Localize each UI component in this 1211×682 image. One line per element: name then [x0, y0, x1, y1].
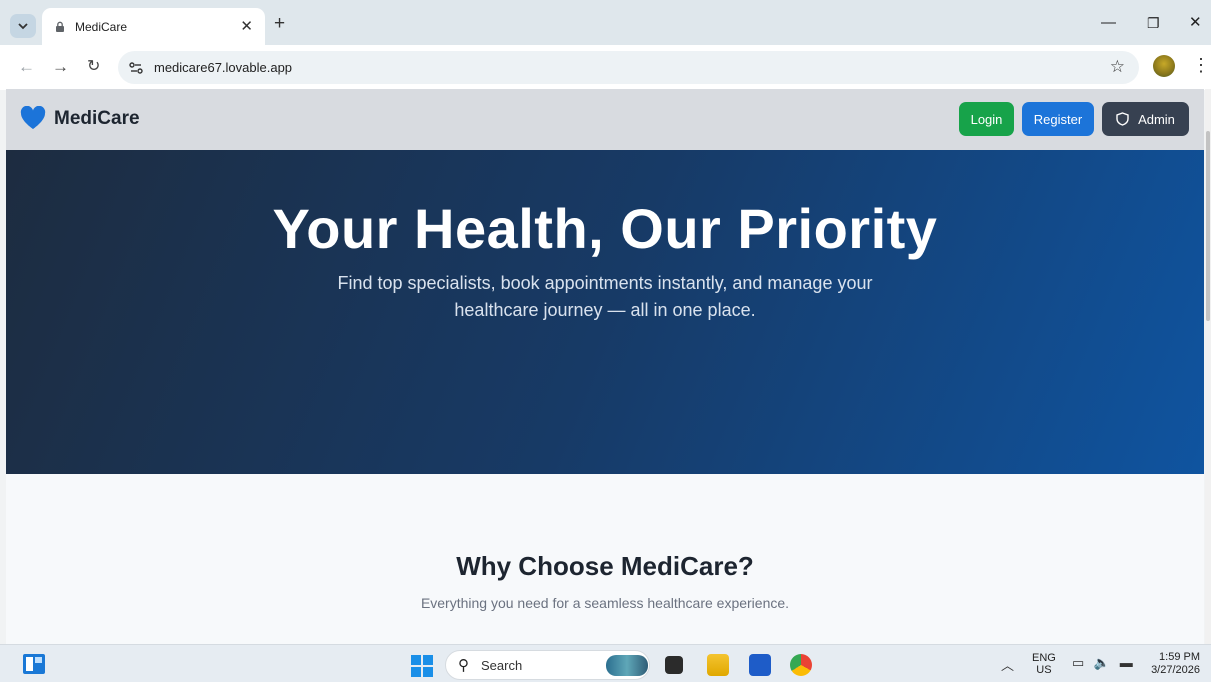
file-explorer-icon[interactable]	[707, 654, 729, 676]
features-section: Why Choose MediCare? Everything you need…	[6, 474, 1204, 644]
clock[interactable]: 1:59 PM 3/27/2026	[1146, 651, 1200, 677]
taskbar-search-label: Search	[481, 658, 523, 673]
url-text[interactable]: medicare67.lovable.app	[154, 60, 292, 75]
site-settings-icon[interactable]	[127, 59, 145, 77]
language-indicator[interactable]: ENG US	[1032, 652, 1056, 676]
register-button[interactable]: Register	[1022, 102, 1094, 136]
chevron-up-icon[interactable]: ︿	[1001, 655, 1014, 674]
admin-button-label: Admin	[1138, 111, 1175, 127]
taskbar: ⚲ Search ︿ ENG US ▭ 🔈 ▬ 1:59 PM 3/27/2026	[0, 644, 1211, 682]
hero-subtitle: Find top specialists, book appointments …	[337, 273, 873, 320]
brand-name[interactable]: MediCare	[54, 108, 140, 130]
widgets-icon[interactable]	[22, 653, 46, 675]
browser-tab-strip: MediCare ✕ + — ❐ ✕	[0, 0, 1211, 48]
profile-avatar-icon[interactable]	[1153, 55, 1175, 77]
address-bar[interactable]: medicare67.lovable.app ☆	[118, 51, 1139, 84]
admin-button[interactable]: Admin	[1102, 102, 1189, 136]
minimize-icon[interactable]: —	[1101, 13, 1116, 33]
features-heading: Why Choose MediCare?	[456, 551, 754, 581]
lang-code: ENG	[1032, 652, 1056, 664]
scrollbar-thumb[interactable]	[1206, 131, 1210, 321]
clock-date: 3/27/2026	[1151, 664, 1200, 676]
system-tray-icons[interactable]: ▭ 🔈 ▬	[1072, 655, 1136, 671]
screen: MediCare ✕ + — ❐ ✕ ← → ↻ medicare67.lova…	[0, 0, 1211, 682]
heart-logo-icon[interactable]	[20, 106, 46, 130]
menu-kebab-icon[interactable]: ⋮	[1192, 55, 1210, 75]
task-view-icon[interactable]	[665, 656, 683, 674]
hero-title: Your Health, Our Priority	[272, 197, 938, 260]
site-navbar: MediCare Login Register Admin	[6, 89, 1204, 150]
features-subheading: Everything you need for a seamless healt…	[420, 595, 790, 611]
close-icon[interactable]: ✕	[240, 18, 253, 35]
bookmark-star-icon[interactable]: ☆	[1110, 57, 1125, 77]
hero-section: Your Health, Our Priority Find top speci…	[6, 150, 1204, 474]
shield-icon	[1116, 112, 1129, 126]
back-arrow-icon[interactable]: ←	[18, 57, 35, 77]
windows-start-icon[interactable]	[411, 655, 433, 677]
lock-favicon-icon	[56, 21, 64, 32]
reload-icon[interactable]: ↻	[87, 57, 100, 77]
window-close-icon[interactable]: ✕	[1189, 13, 1202, 33]
restore-icon[interactable]: ❐	[1147, 13, 1160, 33]
search-highlight-image	[606, 655, 648, 676]
store-icon[interactable]	[749, 654, 771, 676]
browser-tab[interactable]: MediCare ✕	[42, 8, 265, 45]
taskbar-search[interactable]: ⚲ Search	[445, 650, 650, 680]
forward-arrow-icon[interactable]: →	[52, 57, 69, 77]
clock-time: 1:59 PM	[1159, 651, 1200, 663]
tab-search-icon[interactable]	[10, 14, 36, 38]
plus-icon[interactable]: +	[274, 14, 285, 34]
page-scrollbar[interactable]	[1205, 89, 1211, 644]
lang-region: US	[1036, 664, 1052, 676]
browser-toolbar: ← → ↻ medicare67.lovable.app ☆ ⋮	[0, 45, 1211, 90]
login-button[interactable]: Login	[959, 102, 1014, 136]
web-page: MediCare Login Register Admin Your Healt…	[6, 89, 1204, 644]
chrome-icon[interactable]	[790, 654, 812, 676]
search-icon: ⚲	[458, 657, 469, 674]
tab-title: MediCare	[75, 19, 128, 34]
